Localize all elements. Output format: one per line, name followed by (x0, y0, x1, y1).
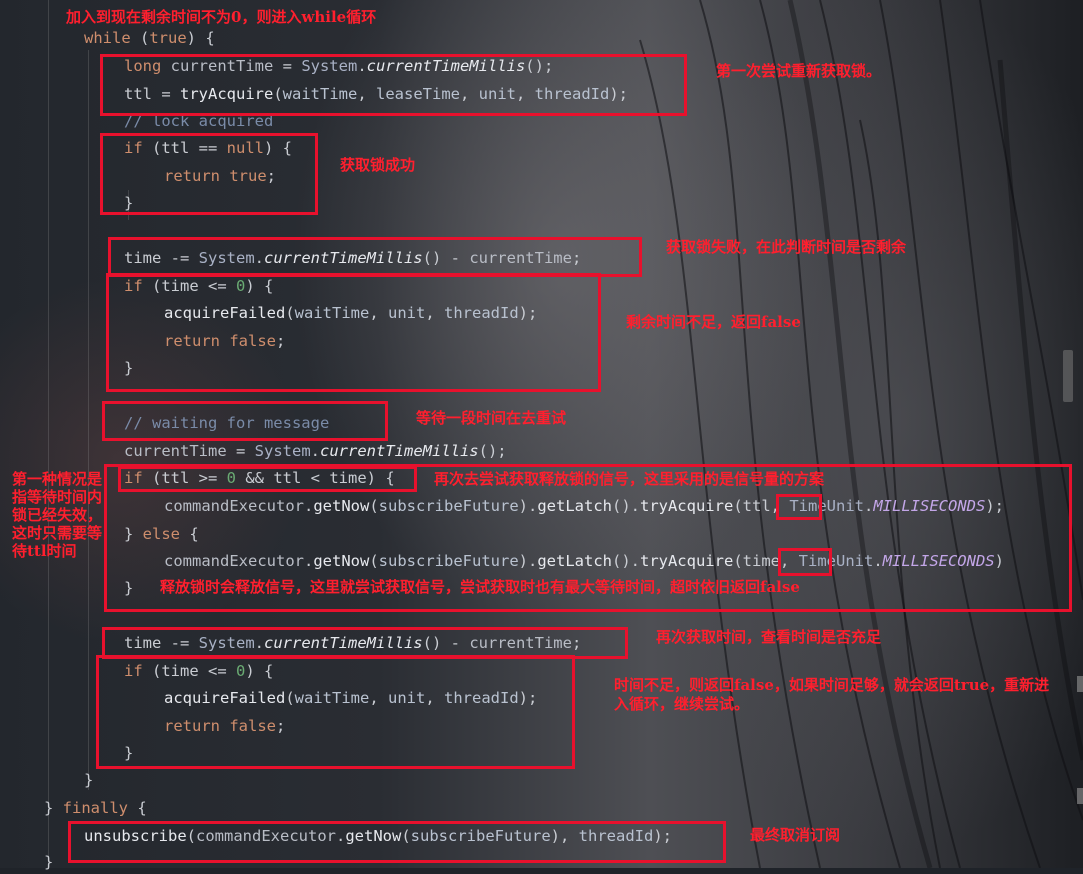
annotation-release: 释放锁时会释放信号，这里就尝试获取信号，尝试获取时也有最大等待时间，超时依旧返回… (160, 578, 800, 596)
annotation-first-try: 第一次尝试重新获取锁。 (716, 62, 882, 80)
highlight-box-final-check (96, 655, 575, 769)
scroll-marker (1077, 676, 1083, 692)
code-line-finally: } finally { (44, 799, 147, 817)
highlight-box-waiting (102, 401, 388, 441)
scrollbar-thumb[interactable] (1063, 350, 1073, 402)
highlight-box-time-minus (108, 237, 642, 277)
annotation-again-time: 再次获取时间，查看时间是否充足 (656, 628, 882, 646)
annotation-unsubscribe: 最终取消订阅 (750, 826, 841, 844)
annotation-acquired: 获取锁成功 (340, 156, 416, 174)
annotation-failed-check: 获取锁失败，在此判断时间是否剩余 (666, 238, 907, 256)
highlight-box-first-try (100, 54, 687, 116)
highlight-box-not-enough (106, 273, 601, 392)
code-line-current-time-reset: currentTime = System.currentTimeMillis()… (124, 442, 507, 460)
annotation-final-check: 时间不足，则返回false，如果时间足够，就会返回true，重新进入循环，继续尝… (614, 676, 1050, 713)
highlight-box-acquired (100, 133, 318, 215)
code-line-close-while: } (84, 771, 94, 789)
annotation-top: 加入到现在剩余时间不为0，则进入while循环 (66, 8, 377, 26)
annotation-not-enough: 剩余时间不足，返回false (626, 313, 801, 331)
code-line-close-method: } (44, 853, 54, 871)
scroll-marker (1077, 788, 1083, 804)
annotation-wait: 等待一段时间在去重试 (416, 409, 567, 427)
highlight-box-unsubscribe (68, 821, 726, 863)
annotation-signal: 再次去尝试获取释放锁的信号，这里采用的是信号量的方案 (434, 470, 825, 488)
annotation-left-case: 第一种情况是指等待时间内锁已经失效，这时只需要等待ttl时间 (12, 470, 103, 560)
code-line-while: while (true) { (84, 29, 215, 47)
